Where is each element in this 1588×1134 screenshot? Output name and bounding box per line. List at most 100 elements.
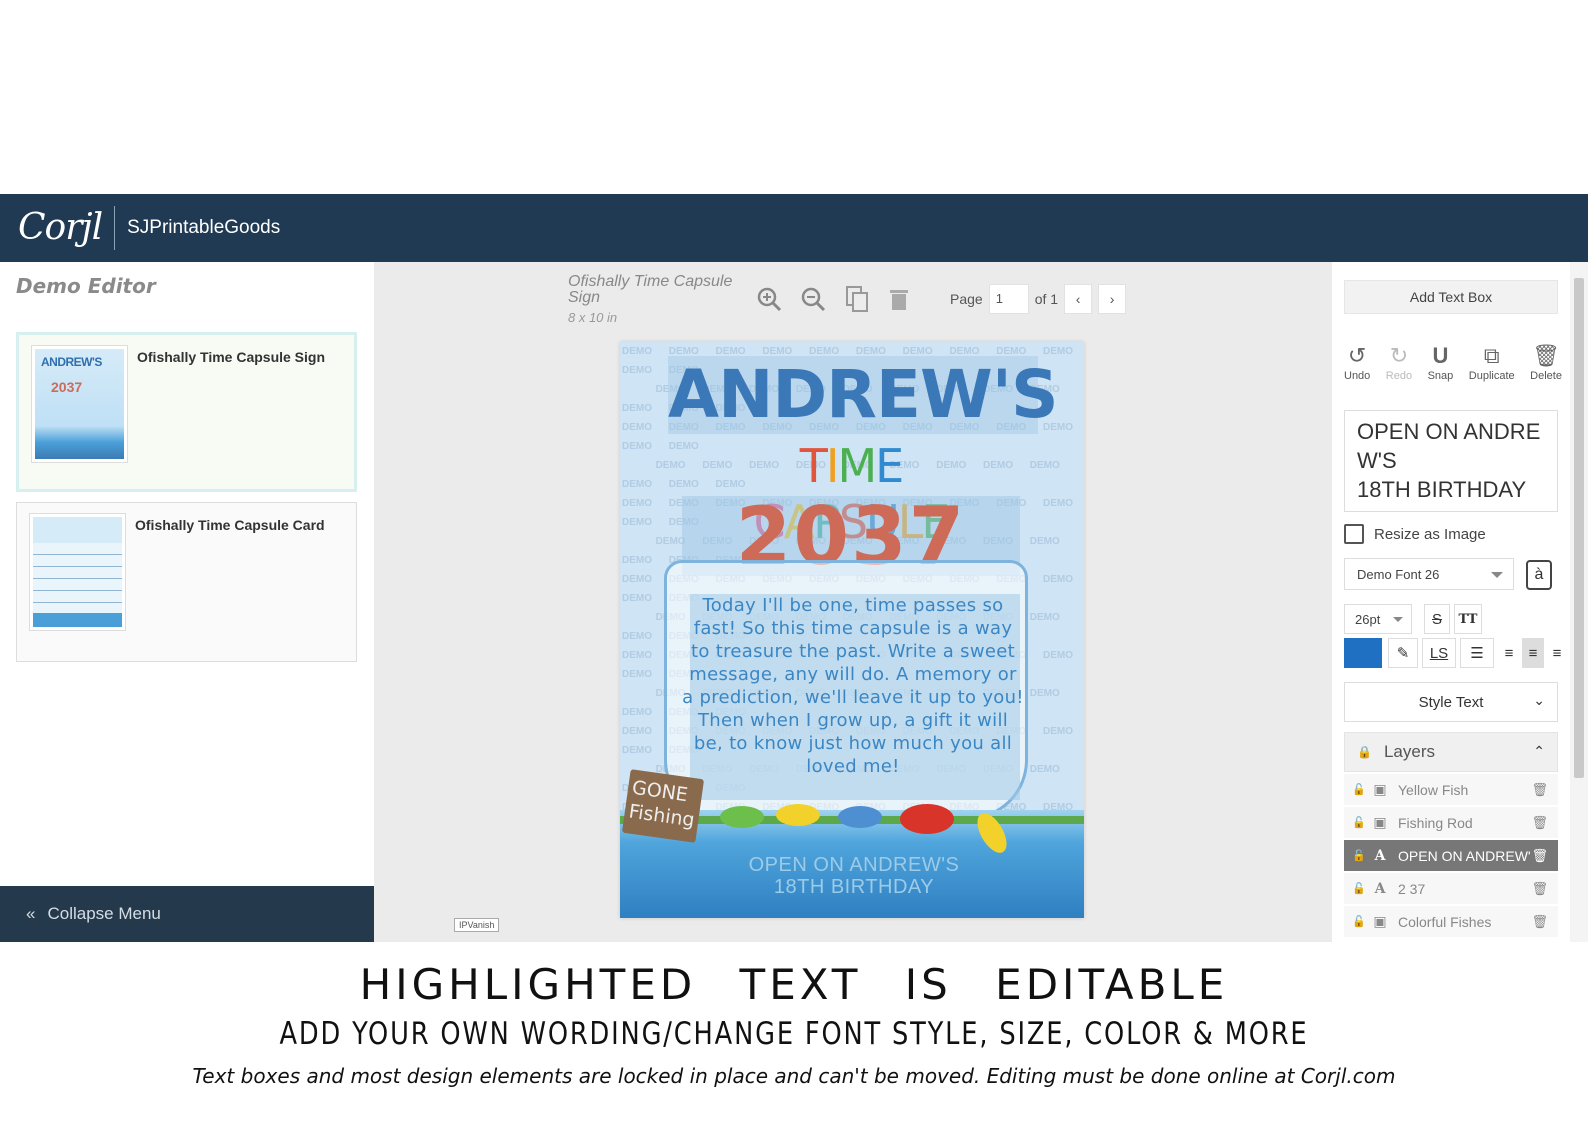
unlock-icon[interactable]: 🔓 bbox=[1352, 783, 1366, 796]
page-label: Page bbox=[950, 291, 983, 307]
unlock-icon[interactable]: 🔓 bbox=[1352, 849, 1366, 862]
layer-name: Yellow Fish bbox=[1398, 781, 1469, 798]
layer-item[interactable]: 🔓 ▣ Yellow Fish 🗑 bbox=[1344, 774, 1558, 806]
next-page-button[interactable]: › bbox=[1098, 284, 1127, 314]
top-bar: Corjl SJPrintableGoods bbox=[0, 194, 1588, 262]
text-layer-icon: A bbox=[1374, 847, 1386, 864]
layer-name: Fishing Rod bbox=[1398, 814, 1473, 831]
image-layer-icon: ▣ bbox=[1373, 913, 1387, 930]
product-item-card[interactable]: Ofishally Time Capsule Card bbox=[16, 502, 357, 662]
layer-item[interactable]: 🔓 ▣ Fishing Rod 🗑 bbox=[1344, 807, 1558, 839]
design-canvas[interactable]: DEMO DEMO DEMO DEMO DEMO DEMO DEMO DEMO … bbox=[620, 342, 1084, 918]
chevron-down-icon: ⌄ bbox=[1533, 692, 1545, 708]
ipvanish-badge: IPVanish bbox=[454, 918, 500, 932]
unlock-icon[interactable]: 🔓 bbox=[1352, 915, 1366, 928]
undo-label: Undo bbox=[1344, 370, 1371, 382]
open-line-2: 18TH BIRTHDAY bbox=[773, 876, 935, 898]
product-item-sign[interactable]: ANDREW'S 2037 Ofishally Time Capsule Sig… bbox=[16, 332, 357, 492]
resize-label: Resize as Image bbox=[1374, 525, 1486, 543]
all-caps-icon[interactable]: TT bbox=[1454, 604, 1482, 634]
undo-button[interactable]: ↺ Undo bbox=[1344, 344, 1371, 383]
scrollbar-thumb[interactable] bbox=[1574, 278, 1584, 778]
scrollbar[interactable] bbox=[1570, 262, 1588, 942]
prev-page-button[interactable]: ‹ bbox=[1064, 284, 1093, 314]
layer-name: 2 37 bbox=[1398, 880, 1426, 897]
style-text-dropdown[interactable]: Style Text ⌄ bbox=[1344, 682, 1558, 722]
canvas-area: Ofishally Time Capsule Sign 8 x 10 in Pa… bbox=[374, 262, 1332, 942]
text-box-editor[interactable]: OPEN ON ANDREW'S 18TH BIRTHDAY bbox=[1344, 410, 1558, 512]
layers-header[interactable]: 🔒 Layers ⌃ bbox=[1344, 732, 1558, 772]
trash-icon[interactable]: 🗑 bbox=[1531, 782, 1548, 798]
collapse-menu-label: Collapse Menu bbox=[47, 904, 161, 923]
collapse-menu-button[interactable]: « Collapse Menu bbox=[0, 886, 374, 942]
align-center-icon[interactable]: ≡ bbox=[1522, 638, 1544, 668]
product-thumbnail bbox=[29, 513, 126, 631]
unlock-icon[interactable]: 🔓 bbox=[1352, 816, 1366, 829]
right-panel: Add Text Box ↺ Undo ↻ Redo U Snap ⧉ Duplicat… bbox=[1332, 262, 1570, 942]
copy-page-icon[interactable] bbox=[842, 284, 872, 314]
line-height-icon[interactable]: ☰ bbox=[1460, 638, 1494, 668]
left-panel: Demo Editor ANDREW'S 2037 Ofishally Time… bbox=[0, 262, 374, 942]
chevron-up-icon: ⌃ bbox=[1533, 743, 1545, 759]
design-title[interactable]: ANDREW'S bbox=[668, 356, 1059, 434]
strikethrough-icon[interactable]: S bbox=[1424, 604, 1450, 634]
text-color-swatch[interactable] bbox=[1344, 638, 1382, 668]
double-chevron-left-icon: « bbox=[26, 904, 36, 923]
duplicate-button[interactable]: ⧉ Duplicate bbox=[1469, 343, 1515, 383]
product-name: Ofishally Time Capsule Sign bbox=[137, 349, 326, 365]
brand-name: SJPrintableGoods bbox=[127, 217, 281, 238]
caption-headline: HIGHLIGHTED TEXT IS EDITABLE bbox=[359, 960, 1229, 1009]
design-open-on[interactable]: OPEN ON ANDREW'S 18TH BIRTHDAY bbox=[724, 854, 984, 898]
zoom-out-icon[interactable] bbox=[798, 284, 828, 314]
snap-label: Snap bbox=[1427, 370, 1454, 382]
redo-button[interactable]: ↻ Redo bbox=[1385, 343, 1413, 383]
layer-item[interactable]: 🔓 ▣ Colorful Fishes 🗑 bbox=[1344, 906, 1558, 938]
layer-item[interactable]: 🔓 A 2 37 🗑 bbox=[1344, 873, 1558, 905]
redo-label: Redo bbox=[1385, 370, 1413, 382]
snap-button[interactable]: U Snap bbox=[1427, 344, 1454, 383]
resize-checkbox[interactable] bbox=[1344, 524, 1364, 544]
resize-as-image-option[interactable]: Resize as Image bbox=[1344, 524, 1486, 544]
trash-icon: 🗑 bbox=[1532, 343, 1561, 368]
trash-icon[interactable]: 🗑 bbox=[1531, 815, 1548, 831]
redo-icon: ↻ bbox=[1389, 343, 1409, 368]
page-navigator: Page 1 of 1 ‹ › bbox=[950, 284, 1127, 314]
style-text-label: Style Text bbox=[1418, 693, 1484, 711]
delete-label: Delete bbox=[1530, 370, 1562, 382]
fish-red bbox=[900, 804, 954, 834]
trash-icon[interactable]: 🗑 bbox=[1531, 881, 1548, 897]
panel-heading: Demo Editor bbox=[16, 274, 156, 298]
unlock-icon[interactable]: 🔓 bbox=[1352, 882, 1366, 895]
eyedropper-icon[interactable]: ✎ bbox=[1388, 638, 1418, 668]
zoom-in-icon[interactable] bbox=[754, 284, 784, 314]
design-message[interactable]: Today I'll be one, time passes so fast! … bbox=[682, 594, 1024, 778]
lock-icon: 🔒 bbox=[1357, 745, 1372, 759]
image-layer-icon: ▣ bbox=[1373, 814, 1387, 831]
font-size-select[interactable]: 26pt bbox=[1344, 604, 1412, 634]
align-left-icon[interactable]: ≡ bbox=[1498, 638, 1520, 668]
product-title-block: Ofishally Time Capsule Sign 8 x 10 in bbox=[568, 274, 758, 326]
fish-yellow bbox=[776, 804, 820, 826]
product-thumbnail: ANDREW'S 2037 bbox=[31, 345, 128, 463]
trash-icon[interactable]: 🗑 bbox=[1531, 848, 1548, 864]
delete-page-icon[interactable] bbox=[884, 284, 914, 314]
page-input[interactable]: 1 bbox=[988, 284, 1029, 314]
align-right-icon[interactable]: ≡ bbox=[1546, 638, 1568, 668]
action-toolbar: ↺ Undo ↻ Redo U Snap ⧉ Duplicate 🗑 Delete bbox=[1344, 343, 1562, 383]
layer-item[interactable]: 🔓 A OPEN ON ANDREW' 🗑 bbox=[1344, 840, 1558, 872]
delete-button[interactable]: 🗑 Delete bbox=[1530, 343, 1562, 383]
trash-icon[interactable]: 🗑 bbox=[1531, 914, 1548, 930]
product-title: Ofishally Time Capsule Sign bbox=[568, 273, 733, 306]
caption-subheadline: ADD YOUR OWN WORDING/CHANGE FONT STYLE, … bbox=[279, 1016, 1309, 1052]
layers-title: Layers bbox=[1383, 742, 1435, 761]
corjl-logo[interactable]: Corjl bbox=[18, 206, 116, 250]
font-select[interactable]: Demo Font 26 bbox=[1344, 558, 1514, 590]
glyphs-icon[interactable]: à bbox=[1526, 560, 1552, 590]
image-layer-icon: ▣ bbox=[1373, 781, 1387, 798]
open-line-1: OPEN ON ANDREW'S bbox=[748, 854, 960, 876]
gone-fishing-sign: GONE Fishing bbox=[621, 769, 705, 843]
duplicate-icon: ⧉ bbox=[1483, 343, 1500, 368]
add-text-box-button[interactable]: Add Text Box bbox=[1344, 280, 1558, 314]
text-layer-icon: A bbox=[1374, 880, 1386, 897]
letter-spacing-icon[interactable]: LS bbox=[1422, 638, 1456, 668]
